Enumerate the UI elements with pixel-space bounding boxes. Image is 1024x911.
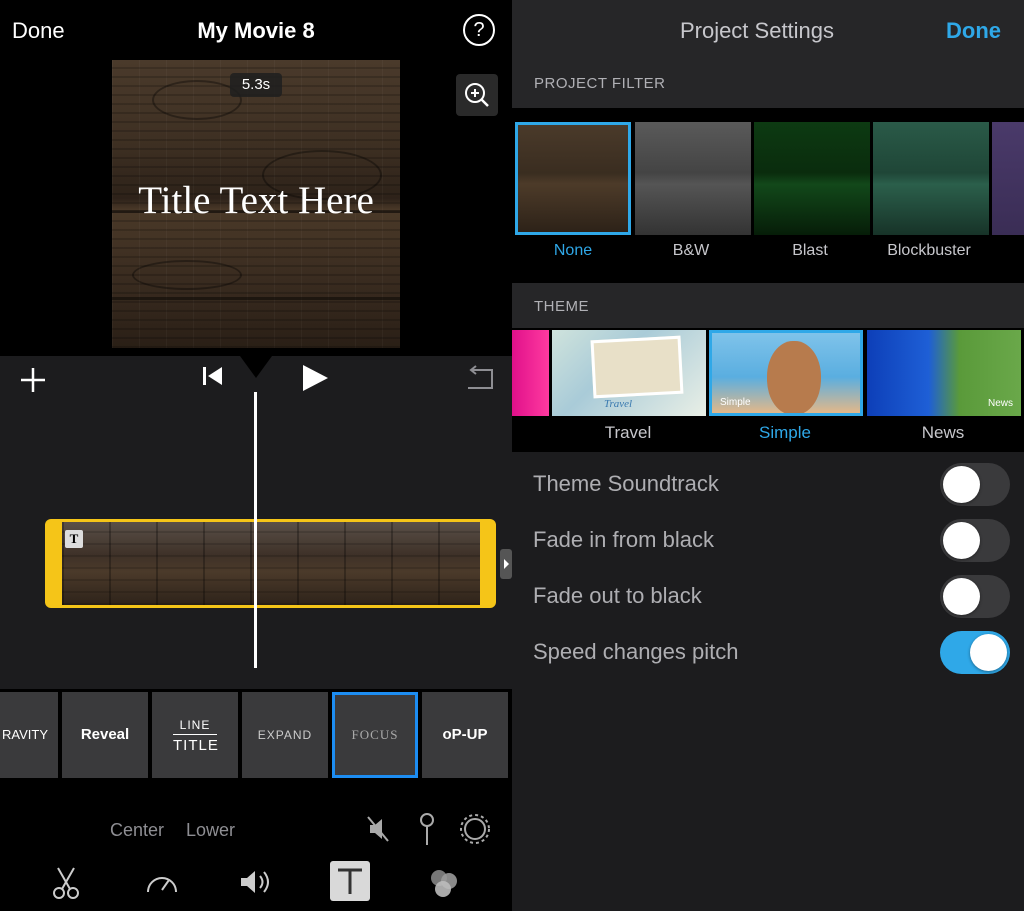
filter-blockbuster-thumb[interactable] bbox=[873, 122, 989, 235]
title-style-line[interactable]: LINE TITLE bbox=[152, 692, 238, 778]
setting-label: Theme Soundtrack bbox=[533, 471, 719, 496]
zoom-in-button[interactable] bbox=[456, 74, 498, 116]
theme-thumb-caption: Simple bbox=[720, 397, 751, 408]
theme-thumb-caption: Travel bbox=[604, 398, 633, 410]
position-lower-option[interactable]: Lower bbox=[186, 820, 235, 841]
filter-label: B&W bbox=[672, 242, 710, 259]
filter-next-thumb[interactable] bbox=[992, 122, 1024, 235]
wood-plank-line bbox=[112, 297, 400, 300]
theme-label: News bbox=[921, 423, 965, 442]
title-text-overlay[interactable]: Title Text Here bbox=[112, 178, 400, 223]
setting-label: Fade out to black bbox=[533, 583, 702, 608]
filter-bw-thumb[interactable] bbox=[635, 122, 751, 235]
setting-theme-soundtrack: Theme Soundtrack bbox=[512, 457, 1024, 513]
toggle-knob bbox=[943, 522, 980, 559]
scissors-icon[interactable] bbox=[52, 866, 80, 900]
title-style-gravity[interactable]: RAVITY bbox=[0, 692, 58, 778]
project-filter-header: PROJECT FILTER bbox=[512, 60, 1024, 108]
title-style-label: LINE bbox=[179, 718, 211, 732]
help-icon[interactable]: ? bbox=[463, 14, 495, 46]
speed-icon[interactable] bbox=[144, 868, 180, 898]
filter-label: None bbox=[553, 242, 593, 259]
filter-none-thumb[interactable] bbox=[515, 122, 631, 235]
theme-previous-thumb[interactable] bbox=[512, 330, 549, 416]
settings-gear-icon[interactable] bbox=[458, 812, 492, 846]
title-style-popup[interactable]: oP-UP bbox=[422, 692, 508, 778]
play-icon[interactable] bbox=[300, 363, 330, 393]
setting-fade-in: Fade in from black bbox=[512, 513, 1024, 569]
filters-icon[interactable] bbox=[426, 866, 462, 900]
theme-news-thumb[interactable]: News bbox=[867, 330, 1021, 416]
speed-pitch-toggle[interactable] bbox=[940, 631, 1010, 674]
clip-duration-badge: 5.3s bbox=[230, 73, 282, 97]
movie-title: My Movie 8 bbox=[197, 18, 315, 43]
playhead[interactable] bbox=[254, 392, 257, 668]
setting-speed-pitch: Speed changes pitch bbox=[512, 625, 1024, 681]
position-center-option[interactable]: Center bbox=[110, 820, 164, 841]
theme-simple-thumb[interactable]: Simple bbox=[709, 330, 863, 416]
filter-blast-thumb[interactable] bbox=[754, 122, 870, 235]
title-style-label: RAVITY bbox=[2, 727, 48, 742]
title-style-expand[interactable]: EXPAND bbox=[242, 692, 328, 778]
title-style-label: EXPAND bbox=[257, 728, 313, 742]
title-style-label: oP-UP bbox=[442, 726, 488, 743]
theme-soundtrack-toggle[interactable] bbox=[940, 463, 1010, 506]
titles-tool-button[interactable] bbox=[330, 861, 370, 901]
fade-out-toggle[interactable] bbox=[940, 575, 1010, 618]
theme-travel-thumb[interactable]: Travel bbox=[552, 330, 706, 416]
title-style-reveal[interactable]: Reveal bbox=[62, 692, 148, 778]
undo-icon[interactable] bbox=[462, 364, 496, 392]
filter-label: Blockbuster bbox=[887, 242, 971, 259]
timeline-pointer bbox=[240, 356, 272, 378]
title-style-label: TITLE bbox=[173, 734, 218, 754]
title-badge: T bbox=[65, 530, 83, 548]
zoom-in-icon bbox=[465, 83, 489, 107]
title-style-label: FOCUS bbox=[351, 727, 399, 742]
theme-thumb-caption: News bbox=[987, 398, 1013, 409]
wood-grain bbox=[132, 260, 242, 290]
clip-frames bbox=[62, 522, 480, 605]
mute-icon[interactable] bbox=[366, 815, 392, 843]
location-pin-icon[interactable] bbox=[416, 811, 438, 847]
skip-to-start-icon[interactable] bbox=[200, 365, 226, 387]
filter-label: Blast bbox=[792, 242, 828, 259]
editor-top-bar: Done My Movie 8 ? bbox=[0, 0, 512, 60]
girl-photo bbox=[767, 341, 821, 413]
travel-postcard bbox=[590, 335, 684, 399]
timeline-scroll-handle[interactable] bbox=[500, 549, 512, 579]
title-style-focus[interactable]: FOCUS bbox=[332, 692, 418, 778]
settings-title: Project Settings bbox=[679, 18, 835, 43]
fade-in-toggle[interactable] bbox=[940, 519, 1010, 562]
toggle-knob bbox=[970, 634, 1007, 671]
theme-label: Travel bbox=[604, 423, 652, 442]
setting-label: Fade in from black bbox=[533, 527, 714, 552]
wood-grain bbox=[152, 80, 242, 120]
toggle-knob bbox=[943, 466, 980, 503]
theme-header: THEME bbox=[512, 283, 1024, 331]
setting-label: Speed changes pitch bbox=[533, 639, 739, 664]
chevron-right-icon bbox=[504, 559, 509, 569]
text-t-icon bbox=[338, 868, 362, 894]
settings-done-button[interactable]: Done bbox=[946, 18, 1001, 44]
add-media-icon[interactable] bbox=[18, 365, 48, 395]
toggle-knob bbox=[943, 578, 980, 615]
setting-fade-out: Fade out to black bbox=[512, 569, 1024, 625]
title-style-label: Reveal bbox=[80, 726, 130, 743]
volume-icon[interactable] bbox=[238, 867, 274, 897]
theme-label: Simple bbox=[759, 423, 811, 442]
